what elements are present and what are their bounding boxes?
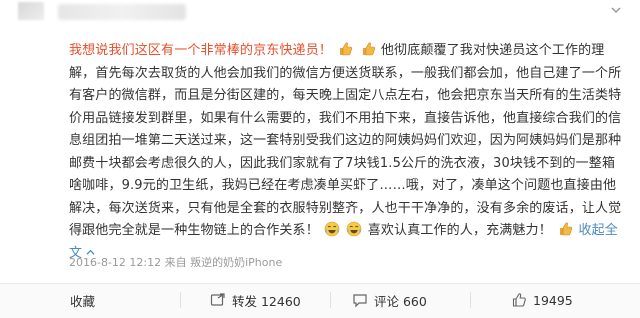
action-bar: 收藏 转发 12460 评论 660 19495 <box>0 283 640 318</box>
weibo-post: 我想说我们这区有一个非常棒的京东快递员！ 他彻底颠覆了我对快递员这个工作的理解，… <box>0 0 640 318</box>
username-blurred[interactable] <box>58 4 186 20</box>
divider <box>470 292 471 308</box>
divider <box>180 292 181 308</box>
comment-button[interactable]: 评论 660 <box>352 290 427 310</box>
chevron-down-icon[interactable] <box>610 4 622 16</box>
laughing-tears-icon <box>324 221 340 237</box>
thumbs-up-icon <box>340 42 353 56</box>
comment-icon <box>353 294 367 308</box>
repost-label: 转发 12460 <box>232 293 301 309</box>
repost-button[interactable]: 转发 12460 <box>210 290 301 310</box>
post-closing-text: 喜欢认真工作的人，充满魅力！ <box>367 223 552 238</box>
thumbs-up-icon <box>512 293 526 307</box>
post-body-text: 他彻底颠覆了我对快递员这个工作的理解，首先每次去取货的人他会加我们的微信方便送货… <box>69 43 622 238</box>
post-meta: 2016-8-12 12:12 来自 叛逆的奶奶iPhone <box>69 256 283 269</box>
laughing-tears-icon <box>347 221 362 237</box>
repost-icon <box>210 293 225 306</box>
comment-label: 评论 660 <box>374 293 427 309</box>
divider <box>330 292 331 308</box>
thumbs-up-icon <box>560 222 573 236</box>
favorite-label: 收藏 <box>70 293 96 309</box>
post-content: 我想说我们这区有一个非常棒的京东快递员！ 他彻底颠覆了我对快递员这个工作的理解，… <box>69 40 625 265</box>
highlighted-text: 我想说我们这区有一个非常棒的京东快递员！ <box>69 43 333 58</box>
favorite-button[interactable]: 收藏 <box>70 290 95 310</box>
avatar[interactable] <box>18 2 44 20</box>
like-count: 19495 <box>533 292 573 308</box>
like-button[interactable]: 19495 <box>511 290 573 310</box>
thumbs-up-icon <box>362 42 375 56</box>
